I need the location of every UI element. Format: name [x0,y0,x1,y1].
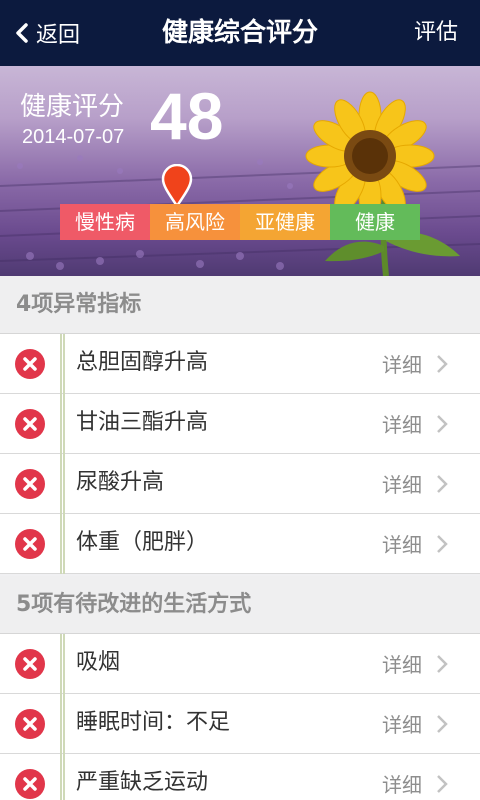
score-banner: 健康评分 2014-07-07 48 慢性病 高风险 亚健康 健康 [0,66,480,276]
row-divider [60,754,65,800]
level-healthy: 健康 [330,204,420,240]
chevron-right-icon [437,355,448,373]
section-header-lifestyle: 5项有待改进的生活方式 [0,576,480,634]
score-date: 2014-07-07 [22,126,125,148]
chevron-right-icon [437,415,448,433]
detail-link[interactable]: 详细 [382,634,422,694]
list-item[interactable]: 甘油三酯升高 详细 [0,394,480,454]
section-header-abnormal-indicators: 4项异常指标 [0,276,480,334]
chevron-left-icon [16,23,28,43]
health-level-scale: 慢性病 高风险 亚健康 健康 [60,204,420,240]
error-icon [15,469,45,499]
detail-link[interactable]: 详细 [382,514,422,574]
error-icon [15,769,45,799]
level-high-risk: 高风险 [150,204,240,240]
list-item[interactable]: 尿酸升高 详细 [0,454,480,514]
list-item[interactable]: 吸烟 详细 [0,634,480,694]
item-label: 体重（肥胖） [76,530,209,555]
chevron-right-icon [437,775,448,793]
location-marker-icon [161,164,193,208]
list-item[interactable]: 严重缺乏运动 详细 [0,754,480,800]
item-label: 严重缺乏运动 [76,770,209,795]
list-item[interactable]: 睡眠时间：不足 详细 [0,694,480,754]
navbar: 返回 健康综合评分 评估 [0,0,480,66]
row-divider [60,514,65,574]
row-divider [60,334,65,394]
chevron-right-icon [437,715,448,733]
error-icon [15,649,45,679]
detail-link[interactable]: 详细 [382,694,422,754]
score-label: 健康评分 [20,92,125,122]
detail-link[interactable]: 详细 [382,454,422,514]
assess-button[interactable]: 评估 [414,0,458,66]
item-label: 甘油三酯升高 [76,410,209,435]
row-divider [60,694,65,754]
list-item[interactable]: 体重（肥胖） 详细 [0,514,480,574]
row-divider [60,454,65,514]
sunflower-image [305,91,460,276]
error-icon [15,349,45,379]
item-label: 尿酸升高 [76,470,165,495]
item-label: 总胆固醇升高 [76,350,209,375]
detail-link[interactable]: 详细 [382,334,422,394]
error-icon [15,709,45,739]
item-label: 吸烟 [76,650,121,675]
item-label: 睡眠时间：不足 [76,710,231,735]
level-sub-health: 亚健康 [240,204,330,240]
chevron-right-icon [437,475,448,493]
detail-link[interactable]: 详细 [382,394,422,454]
chevron-right-icon [437,535,448,553]
row-divider [60,634,65,694]
error-icon [15,529,45,559]
detail-link[interactable]: 详细 [382,754,422,800]
list-item[interactable]: 总胆固醇升高 详细 [0,334,480,394]
score-value: 48 [150,79,224,153]
chevron-right-icon [437,655,448,673]
row-divider [60,394,65,454]
back-label: 返回 [36,23,81,48]
level-chronic: 慢性病 [60,204,150,240]
back-button[interactable]: 返回 [12,0,80,66]
error-icon [15,409,45,439]
